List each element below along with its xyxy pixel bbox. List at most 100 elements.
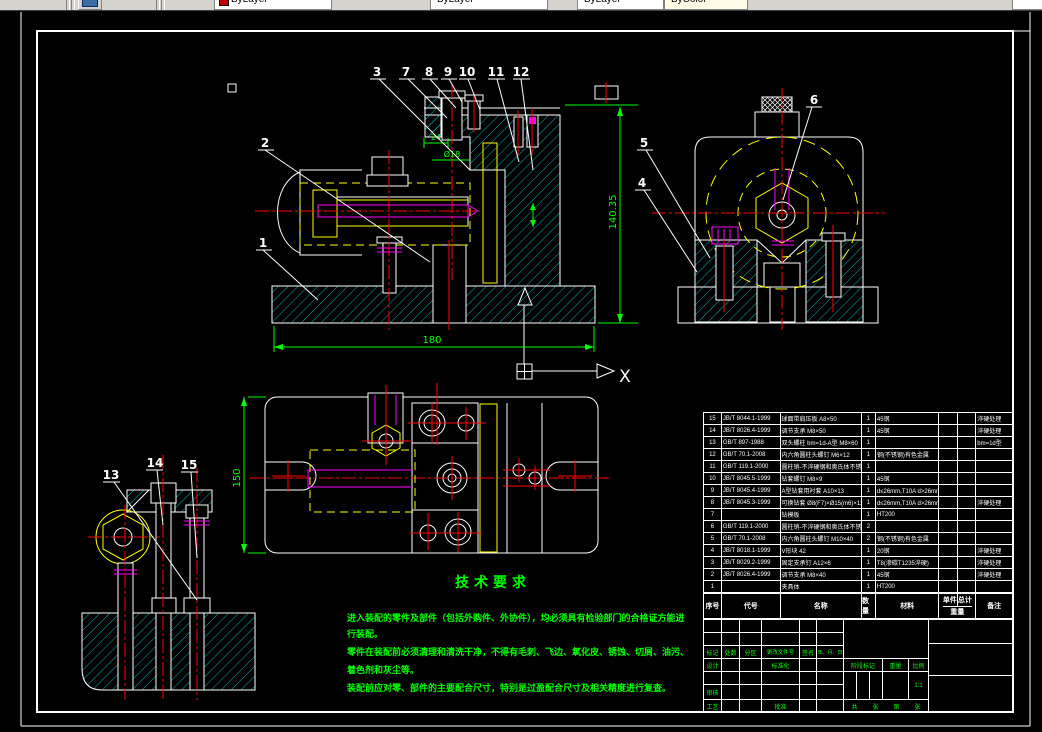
bom-cell-unit-weight <box>939 425 959 436</box>
bom-cell-remark <box>976 473 1012 484</box>
label-standardize: 标准化 <box>762 659 800 672</box>
bom-header-total: 总计 <box>957 596 972 604</box>
bom-cell-unit-weight <box>939 545 959 556</box>
bom-cell-material <box>876 461 940 472</box>
bom-cell-total-weight <box>958 425 977 436</box>
bom-cell-remark <box>976 449 1012 460</box>
bom-cell-material: 45钢 <box>876 413 940 424</box>
toolbar-edge-combobox[interactable] <box>1012 0 1042 10</box>
bom-row: 1 夹具体 1 HT200 <box>704 581 1012 592</box>
title-block-right <box>929 620 1014 713</box>
bom-cell-no: 3 <box>704 557 722 568</box>
bom-cell-name: A型钻套用衬套 A10×13 <box>781 485 862 496</box>
bom-cell-no: 2 <box>704 569 722 580</box>
label-doc-no: 更改文件号 <box>762 646 800 659</box>
bom-cell-material: d≤26mm,T10A d>26mm,20钢 <box>876 497 940 508</box>
bom-cell-no: 15 <box>704 413 722 424</box>
bom-cell-remark: 淬硬处理 <box>977 561 1002 567</box>
bom-cell-name: 可换钻套 Ø8(F7)×Ø15(m6)×12 <box>781 497 862 508</box>
bom-cell-no: 4 <box>704 545 722 556</box>
label-total-sheets: 共 <box>851 704 858 711</box>
label-review: 审核 <box>704 685 722 700</box>
tech-requirement-line: 行装配。 <box>347 629 384 639</box>
bom-cell-no: 8 <box>704 497 722 508</box>
bom-cell-total-weight <box>958 413 977 424</box>
bom-cell-total-weight <box>958 497 977 508</box>
bom-cell-material: HT200 <box>876 581 940 592</box>
bom-cell-qty: 1 <box>862 473 876 484</box>
bom-cell-remark <box>976 581 1012 592</box>
bom-cell-remark: bm=1d型 <box>977 441 1002 447</box>
bom-cell-material: 钢(不锈钢)有色金属 <box>876 449 940 460</box>
clamp-detail-view <box>81 455 256 700</box>
label-approve: 批准 <box>762 700 800 713</box>
bom-cell-unit-weight <box>939 557 959 568</box>
bom-cell-unit-weight <box>939 473 959 484</box>
bom-header-name: 名称 <box>781 594 862 618</box>
cad-application-window: ByLayer ByLayer ByLayer ByColor <box>0 0 1042 732</box>
bom-header-weight-label: 重量 <box>950 609 965 617</box>
bom-cell-material: 45钢 <box>876 569 940 580</box>
title-block: 标记 处数 分区 更改文件号 签名 年、月、日 设计 标准化 审核 工艺 批准 … <box>703 619 1014 713</box>
bom-cell-total-weight <box>958 473 977 484</box>
bom-cell-code: JB/T 8045.4-1999 <box>722 485 781 496</box>
bom-cell-total-weight <box>958 485 977 496</box>
bom-cell-material: 45钢 <box>876 473 940 484</box>
toolbar-separator <box>71 0 75 10</box>
label-page-sheet: 张 <box>914 704 921 711</box>
bom-cell-remark <box>976 461 1012 472</box>
bom-cell-qty: 1 <box>862 413 876 424</box>
bom-cell-no: 11 <box>704 461 722 472</box>
bom-cell-remark <box>976 533 1012 544</box>
bom-cell-code: JB/T 8018.1-1999 <box>722 545 781 556</box>
toolbar: ByLayer ByLayer ByLayer ByColor <box>0 0 1042 11</box>
bom-cell-qty: 1 <box>862 485 876 496</box>
layers-icon <box>82 0 98 7</box>
bom-cell-unit-weight <box>939 413 959 424</box>
bom-cell-remark: 淬硬处理 <box>977 549 1002 555</box>
bom-row: 11 GB/T 119.1-2000 圆柱销-不淬硬钢和奥氏体不锈钢 4×10 … <box>704 461 1012 473</box>
bom-row: 7 钻模板 1 HT200 <box>704 509 1012 521</box>
grip-square-symbol <box>227 83 237 93</box>
plan-view <box>250 383 610 554</box>
bom-cell-name: 调节支承 M8×50 <box>781 425 862 436</box>
balloon-12: 12 <box>513 65 530 79</box>
balloon-2: 2 <box>261 136 269 150</box>
layers-button[interactable] <box>78 0 102 10</box>
bom-cell-total-weight <box>958 545 977 556</box>
bom-cell-code <box>722 509 781 520</box>
bom-cell-code: JB/T 8045.5-1999 <box>722 473 781 484</box>
plotstyle-control-combobox[interactable]: ByColor <box>664 0 748 10</box>
bom-row: 8 JB/T 8045.3-1999 可换钻套 Ø8(F7)×Ø15(m6)×1… <box>704 497 1012 509</box>
color-swatch <box>219 0 229 6</box>
bom-cell-unit-weight <box>939 521 959 532</box>
bom-cell-no: 13 <box>704 437 722 448</box>
dimensions: 180 140.35 150 24 Ø18 <box>232 104 638 554</box>
bom-row: 14 JB/T 8026.4-1999 调节支承 M8×50 1 45钢 淬硬处… <box>704 425 1012 437</box>
linetype-control-value: ByLayer <box>437 0 474 5</box>
bom-cell-total-weight <box>958 569 977 580</box>
bom-cell-no: 7 <box>704 509 722 520</box>
bom-cell-unit-weight <box>939 449 959 460</box>
color-control-combobox[interactable]: ByLayer <box>214 0 332 10</box>
bom-cell-code: GB/T 70.1-2008 <box>722 449 781 460</box>
linetype-control-combobox[interactable]: ByLayer <box>430 0 548 10</box>
label-stage: 阶段标记 <box>844 659 883 672</box>
title-block-revision-grid: 标记 处数 分区 更改文件号 签名 年、月、日 设计 标准化 审核 工艺 批准 <box>704 620 844 713</box>
balloon-8: 8 <box>425 65 433 79</box>
bom-cell-unit-weight <box>939 533 959 544</box>
tech-requirement-line: 进入装配的零件及部件（包括外购件、外协件），均必须具有检验部门的合格证方能进 <box>347 613 685 623</box>
bom-cell-remark <box>976 509 1012 520</box>
bom-row: 6 GB/T 119.1-2000 圆柱销-不淬硬钢和奥氏体不锈钢 4×30 2 <box>704 521 1012 533</box>
bom-cell-qty: 1 <box>862 581 876 592</box>
balloon-13: 13 <box>103 468 120 482</box>
bom-cell-code: GB/T 70.1-2008 <box>722 533 781 544</box>
bom-cell-qty: 1 <box>862 545 876 556</box>
bom-cell-material: T8(渗碳T1235淬硬) <box>876 557 940 568</box>
bom-row: 9 JB/T 8045.4-1999 A型钻套用衬套 A10×13 1 d≤26… <box>704 485 1012 497</box>
bom-cell-no: 5 <box>704 533 722 544</box>
label-weight: 重量 <box>883 659 909 672</box>
bom-cell-total-weight <box>958 533 977 544</box>
lineweight-control-combobox[interactable]: ByLayer <box>577 0 664 10</box>
bom-cell-unit-weight <box>939 509 959 520</box>
